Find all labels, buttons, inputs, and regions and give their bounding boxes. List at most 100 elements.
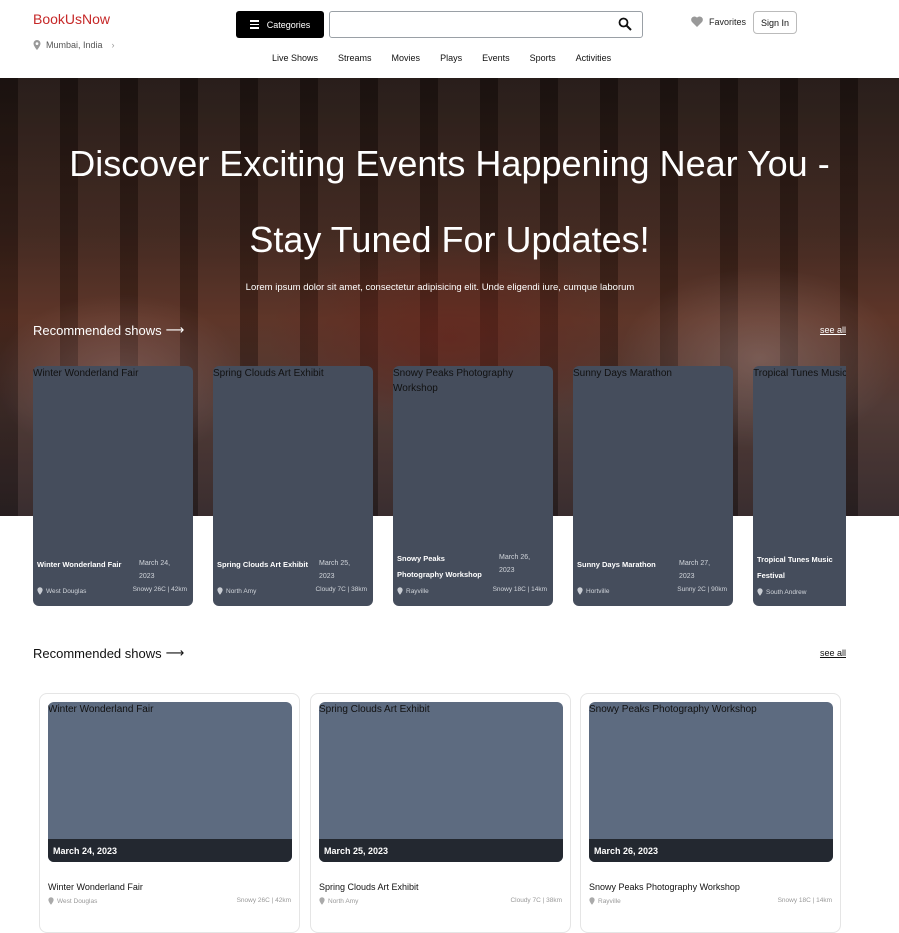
hamburger-menu-icon (249, 20, 259, 29)
event-weather: Cloudy 7C | 38km (510, 897, 562, 904)
nav-item-activities[interactable]: Activities (566, 53, 622, 63)
event-date: March 26, 2023 (499, 554, 531, 574)
see-all-link[interactable]: see all (820, 648, 846, 658)
event-name: Tropical Tunes Music Festival (757, 555, 833, 580)
event-image-alt: Tropical Tunes Music Festival (753, 368, 846, 379)
event-weather: Snowy 26C | 42km (236, 897, 291, 904)
event-grid-card[interactable]: Spring Clouds Art Exhibit March 25, 2023… (310, 693, 571, 933)
favorites-label: Favorites (709, 16, 747, 27)
event-date: March 27, 2023 (679, 560, 711, 580)
section-title[interactable]: Recommended shows ⟶ (33, 645, 184, 661)
event-image-alt: Spring Clouds Art Exhibit (213, 368, 324, 379)
nav-item-streams[interactable]: Streams (328, 53, 382, 63)
event-location-text: West Douglas (46, 587, 87, 595)
event-location: Hortville (577, 587, 609, 595)
event-date-bar: March 26, 2023 (589, 839, 833, 862)
location-pin-icon (48, 897, 54, 905)
location-pin-icon (757, 588, 763, 596)
event-date-bar: March 24, 2023 (48, 839, 292, 862)
event-date-bar: March 25, 2023 (319, 839, 563, 862)
event-location-text: Rayville (598, 897, 621, 905)
nav-item-movies[interactable]: Movies (382, 53, 431, 63)
event-location-text: North Amy (226, 587, 257, 595)
event-card[interactable]: Winter Wonderland Fair Winter Wonderland… (33, 366, 193, 606)
hero-title-line-1: Discover Exciting Events Happening Near … (69, 143, 830, 184)
event-location: North Amy (217, 587, 256, 595)
event-date: March 25, 2023 (319, 560, 351, 580)
nav-item-events[interactable]: Events (472, 53, 520, 63)
event-location-text: West Douglas (57, 897, 98, 905)
brand-logo[interactable]: BookUsNow (33, 11, 110, 27)
search-bar (329, 11, 643, 38)
event-location: Rayville (589, 897, 621, 905)
categories-button[interactable]: Categories (236, 11, 324, 38)
event-name: Sunny Days Marathon (577, 560, 656, 569)
event-weather: Snowy 26C | 42km (132, 586, 187, 593)
recommended-carousel: Winter Wonderland Fair Winter Wonderland… (33, 366, 846, 606)
heart-icon (691, 16, 703, 27)
arrow-right-icon: ⟶ (165, 645, 185, 660)
event-weather: Cloudy 7C | 38km (315, 586, 367, 593)
event-grid-card[interactable]: Snowy Peaks Photography Workshop March 2… (580, 693, 841, 933)
section-header-recommended: Recommended shows ⟶ see all (33, 322, 846, 338)
event-name: Spring Clouds Art Exhibit (319, 882, 419, 892)
event-image-alt: Snowy Peaks Photography Workshop (589, 704, 757, 715)
event-location-text: South Andrew (766, 588, 807, 596)
event-image: Spring Clouds Art Exhibit March 25, 2023 (319, 702, 563, 862)
nav-item-plays[interactable]: Plays (430, 53, 472, 63)
nav-item-sports[interactable]: Sports (520, 53, 566, 63)
location-pin-icon (319, 897, 325, 905)
section-header-recommended-2: Recommended shows ⟶ see all (33, 645, 846, 661)
event-location-text: North Amy (328, 897, 359, 905)
location-pin-icon (217, 587, 223, 595)
location-pin-icon (589, 897, 595, 905)
event-location: Rayville (397, 587, 429, 595)
event-grid-card[interactable]: Winter Wonderland Fair March 24, 2023 Wi… (39, 693, 300, 933)
event-card[interactable]: Sunny Days Marathon Sunny Days Marathon … (573, 366, 733, 606)
section-title-text: Recommended shows (33, 645, 162, 661)
event-name: Snowy Peaks Photography Workshop (397, 554, 482, 579)
event-date: March 24, 2023 (139, 560, 171, 580)
event-location: West Douglas (37, 587, 86, 595)
location-pin-icon (33, 40, 41, 50)
search-icon[interactable] (618, 17, 632, 31)
search-input[interactable] (336, 16, 606, 34)
event-location: West Douglas (48, 897, 97, 905)
location-pin-icon (577, 587, 583, 595)
event-name: Snowy Peaks Photography Workshop (589, 882, 740, 892)
chevron-right-icon: › (111, 40, 115, 50)
event-image: Snowy Peaks Photography Workshop March 2… (589, 702, 833, 862)
event-weather: Snowy 18C | 14km (492, 586, 547, 593)
event-weather: Sunny 2C | 90km (677, 586, 727, 593)
event-image-alt: Winter Wonderland Fair (33, 368, 139, 379)
event-image-alt: Winter Wonderland Fair (48, 704, 154, 715)
sign-in-button[interactable]: Sign In (753, 11, 797, 34)
event-name: Winter Wonderland Fair (37, 560, 122, 569)
see-all-link[interactable]: see all (820, 325, 846, 335)
event-image-alt: Spring Clouds Art Exhibit (319, 704, 430, 715)
event-location: South Andrew (757, 588, 806, 596)
hero-subtitle: Lorem ipsum dolor sit amet, consectetur … (245, 282, 635, 293)
nav-item-live-shows[interactable]: Live Shows (262, 53, 328, 63)
section-title[interactable]: Recommended shows ⟶ (33, 322, 184, 338)
event-weather: Snowy 18C | 14km (777, 897, 832, 904)
arrow-right-icon: ⟶ (165, 322, 185, 337)
event-location-text: Rayville (406, 587, 429, 595)
event-card[interactable]: Snowy Peaks Photography Workshop Snowy P… (393, 366, 553, 606)
favorites-link[interactable]: Favorites (691, 16, 746, 27)
site-header: BookUsNow Mumbai, India › Categories Fav… (0, 0, 899, 78)
event-card[interactable]: Spring Clouds Art Exhibit Spring Clouds … (213, 366, 373, 606)
event-name: Winter Wonderland Fair (48, 882, 143, 892)
hero-title-line-2: Stay Tuned For Updates! (249, 219, 650, 260)
event-card[interactable]: Tropical Tunes Music Festival Tropical T… (753, 366, 846, 606)
location-selector[interactable]: Mumbai, India › (33, 40, 115, 50)
event-image-alt: Sunny Days Marathon (573, 368, 672, 379)
event-location-text: Hortville (586, 587, 610, 595)
categories-label: Categories (266, 19, 311, 30)
hero-title: Discover Exciting Events Happening Near … (0, 126, 899, 278)
location-pin-icon (37, 587, 43, 595)
event-image-alt: Snowy Peaks Photography Workshop (393, 368, 514, 394)
event-location: North Amy (319, 897, 358, 905)
location-label: Mumbai, India (46, 40, 103, 50)
location-pin-icon (397, 587, 403, 595)
